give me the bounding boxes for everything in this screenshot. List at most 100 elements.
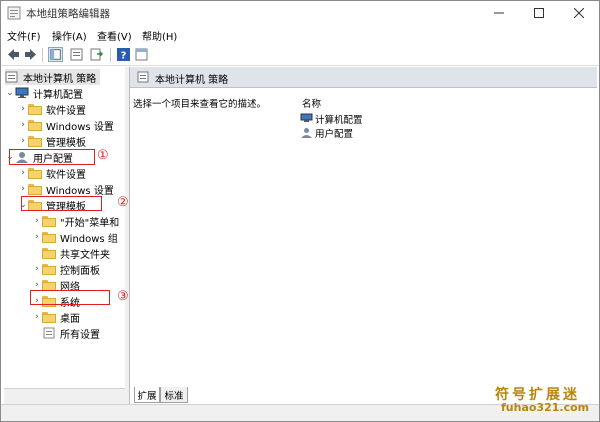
chevron-right-icon[interactable]: › (32, 232, 42, 242)
filter-options-icon[interactable] (134, 47, 149, 62)
description-text: 选择一个项目来查看它的描述。 (133, 99, 267, 110)
back-arrow-icon[interactable] (6, 47, 21, 62)
annotation-box-admin-templates (21, 196, 102, 211)
folder-icon (42, 263, 56, 275)
folder-icon (42, 311, 56, 323)
toolbar-separator (42, 48, 43, 62)
tree-label: 软件设置 (46, 105, 86, 117)
tree-item-user-software[interactable]: › 软件设置 (18, 165, 86, 181)
tree-label: 桌面 (60, 313, 80, 325)
tree-label: 本地计算机 策略 (23, 73, 97, 85)
toolbar-separator (110, 48, 111, 62)
close-button[interactable] (559, 1, 599, 25)
tree-item-control-panel[interactable]: › 控制面板 (32, 261, 100, 277)
app-window: 本地组策略编辑器 文件(F) 操作(A) 查看(V) 帮助(H) ? 本地计算机… (0, 0, 600, 422)
details-header: 本地计算机 策略 (130, 67, 597, 88)
tree-item-desktop[interactable]: › 桌面 (32, 309, 80, 325)
tree-label: 计算机配置 (33, 89, 83, 101)
tree-label: 共享文件夹 (60, 249, 110, 261)
chevron-right-icon[interactable]: › (18, 104, 28, 114)
tree-label: "开始"菜单和 (60, 217, 120, 229)
folder-icon (42, 279, 56, 291)
tab-standard[interactable]: 标准 (160, 387, 188, 403)
chevron-down-icon[interactable]: ⌄ (5, 88, 15, 98)
maximize-button[interactable] (519, 1, 559, 25)
chevron-right-icon[interactable]: › (18, 136, 28, 146)
menu-view[interactable]: 查看(V) (97, 28, 132, 43)
folder-icon (28, 135, 42, 147)
annotation-number: ① (97, 148, 109, 163)
computer-icon (300, 113, 313, 122)
folder-icon (28, 103, 42, 115)
window-title: 本地组策略编辑器 (26, 8, 110, 20)
tree-item-computer-windows[interactable]: › Windows 设置 (18, 117, 114, 133)
annotation-box-user-config (9, 149, 95, 165)
minimize-icon (494, 12, 504, 14)
folder-icon (42, 231, 56, 243)
folder-icon (42, 247, 56, 259)
show-hide-tree-icon[interactable] (48, 47, 63, 62)
list-item-user-config[interactable]: 用户配置 (300, 126, 354, 140)
list-item-label: 用户配置 (315, 128, 354, 140)
chevron-right-icon[interactable]: › (18, 120, 28, 130)
details-pane: 本地计算机 策略 选择一个项目来查看它的描述。 名称 计算机配置 用户配置 (130, 67, 597, 404)
properties-icon[interactable] (69, 47, 84, 62)
chevron-right-icon[interactable]: › (32, 216, 42, 226)
chevron-right-icon[interactable]: › (32, 264, 42, 274)
policy-document-icon (5, 71, 18, 83)
computer-icon (15, 87, 29, 98)
tree-root[interactable]: 本地计算机 策略 (5, 69, 101, 85)
user-icon (301, 128, 312, 138)
policy-document-icon (137, 71, 149, 83)
annotation-box-system (30, 290, 110, 305)
tree-label: Windows 组 (60, 233, 118, 245)
column-header-name[interactable]: 名称 (302, 96, 321, 110)
forward-arrow-icon[interactable] (23, 47, 38, 62)
tree-item-shared-folders[interactable]: 共享文件夹 (32, 245, 110, 261)
tree-item-all-settings[interactable]: 所有设置 (32, 325, 100, 341)
tree-item-computer-software[interactable]: › 软件设置 (18, 101, 86, 117)
tree-label: Windows 设置 (46, 185, 114, 197)
watermark-url: fuhao321.com (501, 401, 590, 414)
tree-horizontal-scrollbar[interactable] (4, 388, 125, 405)
menu-file[interactable]: 文件(F) (7, 28, 41, 43)
tree-pane: 本地计算机 策略 ⌄ 计算机配置 › 软件设置 › Windows 设置 › 管… (4, 67, 126, 404)
folder-icon (28, 167, 42, 179)
menu-bar: 文件(F) 操作(A) 查看(V) 帮助(H) (1, 25, 599, 44)
tab-extended[interactable]: 扩展 (134, 387, 160, 403)
help-icon[interactable]: ? (116, 47, 131, 62)
title-bar: 本地组策略编辑器 (1, 1, 599, 25)
annotation-number: ② (117, 195, 129, 210)
export-list-icon[interactable] (89, 47, 104, 62)
tree-item-computer-admin[interactable]: › 管理模板 (18, 133, 86, 149)
annotation-number: ③ (117, 289, 129, 304)
folder-icon (28, 119, 42, 131)
list-item-label: 计算机配置 (315, 114, 363, 126)
tree-label: Windows 设置 (46, 121, 114, 133)
close-icon (574, 8, 584, 18)
minimize-button[interactable] (479, 1, 519, 25)
maximize-icon (534, 8, 544, 18)
tree-item-computer-config[interactable]: ⌄ 计算机配置 (5, 85, 83, 101)
tree-label: 控制面板 (60, 265, 100, 277)
settings-document-icon (43, 327, 55, 339)
svg-text:?: ? (121, 51, 127, 62)
tree-item-start-menu[interactable]: › "开始"菜单和 (32, 213, 119, 229)
toolbar: ? (1, 44, 599, 66)
chevron-right-icon[interactable]: › (32, 280, 42, 290)
menu-help[interactable]: 帮助(H) (142, 28, 177, 43)
policy-editor-app-icon (7, 6, 21, 20)
chevron-right-icon[interactable]: › (18, 168, 28, 178)
tree-label: 所有设置 (60, 329, 100, 341)
folder-icon (42, 215, 56, 227)
tree-item-user-windows[interactable]: › Windows 设置 (18, 181, 114, 197)
tree-label: 管理模板 (46, 137, 86, 149)
tree-item-windows-components[interactable]: › Windows 组 (32, 229, 118, 245)
folder-icon (28, 183, 42, 195)
chevron-right-icon[interactable]: › (18, 184, 28, 194)
chevron-right-icon[interactable]: › (32, 312, 42, 322)
details-header-title: 本地计算机 策略 (155, 75, 229, 86)
list-item-computer-config[interactable]: 计算机配置 (300, 112, 363, 126)
menu-action[interactable]: 操作(A) (52, 28, 87, 43)
tree-label: 软件设置 (46, 169, 86, 181)
